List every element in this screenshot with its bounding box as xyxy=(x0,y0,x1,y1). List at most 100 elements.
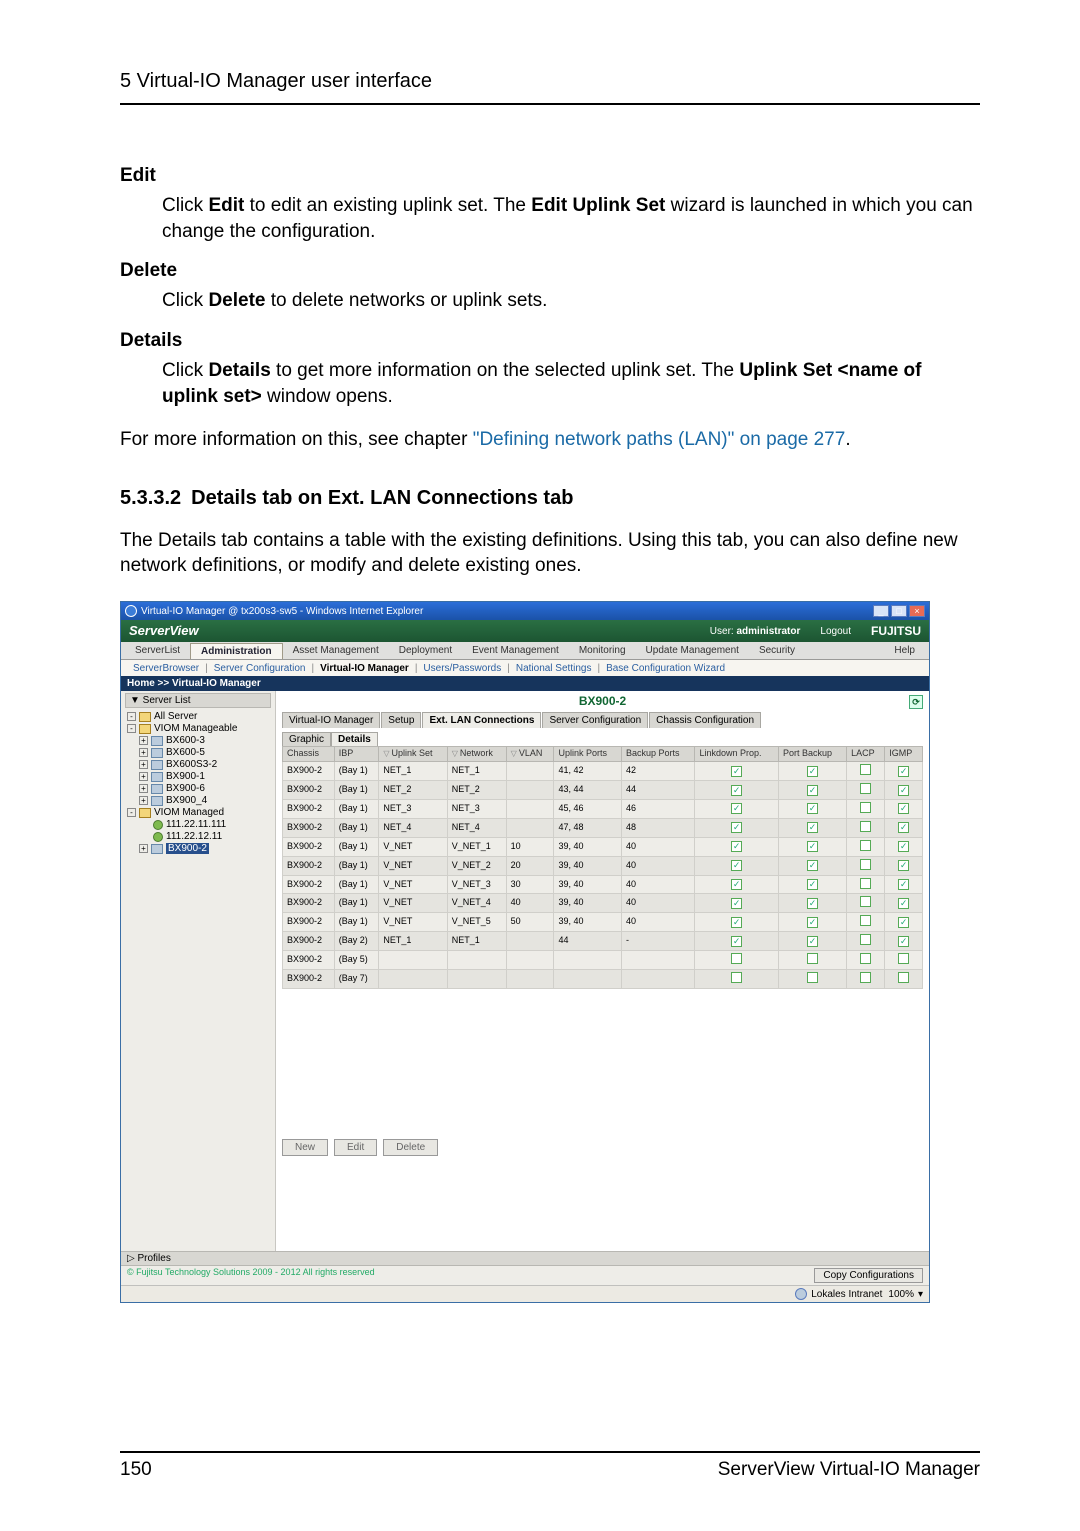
tab-ext-lan[interactable]: Ext. LAN Connections xyxy=(422,712,541,728)
expand-icon[interactable]: + xyxy=(139,844,148,853)
expand-icon[interactable]: + xyxy=(139,736,148,745)
col-ibp[interactable]: IBP xyxy=(334,747,379,762)
tree-item[interactable]: +BX900_4 xyxy=(125,795,271,807)
table-row[interactable]: BX900-2(Bay 1)V_NETV_NET_44039, 4040✓✓✓ xyxy=(283,894,923,913)
nav1-update[interactable]: Update Management xyxy=(636,643,749,658)
nav2-basecfg[interactable]: Base Configuration Wizard xyxy=(600,663,731,674)
collapse-icon[interactable]: - xyxy=(127,724,136,733)
nav2-users[interactable]: Users/Passwords xyxy=(417,663,507,674)
nav2-servercfg[interactable]: Server Configuration xyxy=(208,663,312,674)
tab-setup[interactable]: Setup xyxy=(381,712,421,728)
table-cell: (Bay 5) xyxy=(334,951,379,970)
maximize-button[interactable]: □ xyxy=(891,605,907,617)
table-row[interactable]: BX900-2(Bay 1)NET_1NET_141, 4242✓✓✓ xyxy=(283,762,923,781)
col-chassis[interactable]: Chassis xyxy=(283,747,335,762)
tree-manageable[interactable]: -VIOM Manageable xyxy=(125,723,271,735)
filter-icon[interactable]: ▽ xyxy=(452,749,458,758)
nav1-deployment[interactable]: Deployment xyxy=(389,643,462,658)
col-portbackup[interactable]: Port Backup xyxy=(778,747,846,762)
table-row[interactable]: BX900-2(Bay 2)NET_1NET_144-✓✓✓ xyxy=(283,932,923,951)
close-button[interactable]: × xyxy=(909,605,925,617)
copy-configurations-button[interactable]: Copy Configurations xyxy=(814,1268,923,1283)
col-uplinkset-label: Uplink Set xyxy=(392,748,433,758)
collapse-icon[interactable]: - xyxy=(127,712,136,721)
table-row[interactable]: BX900-2(Bay 1)NET_3NET_345, 4646✓✓✓ xyxy=(283,799,923,818)
table-cell: 10 xyxy=(506,837,554,856)
checkbox-icon xyxy=(860,972,871,983)
profiles-handle[interactable]: ▷ Profiles xyxy=(121,1251,929,1265)
table-cell: V_NET xyxy=(379,856,447,875)
tree-item[interactable]: +BX600-3 xyxy=(125,735,271,747)
tree-item[interactable]: 111.22.11.111 xyxy=(125,819,271,831)
filter-icon[interactable]: ▽ xyxy=(383,749,389,758)
col-lacp[interactable]: LACP xyxy=(847,747,885,762)
expand-icon[interactable]: + xyxy=(139,772,148,781)
tab-servercfg[interactable]: Server Configuration xyxy=(542,712,648,728)
checkbox-icon: ✓ xyxy=(898,917,909,928)
collapse-icon[interactable]: - xyxy=(127,808,136,817)
tree-item-selected[interactable]: +BX900-2 xyxy=(125,843,271,855)
table-row[interactable]: BX900-2(Bay 1)V_NETV_NET_55039, 4040✓✓✓ xyxy=(283,913,923,932)
minimize-button[interactable]: _ xyxy=(873,605,889,617)
new-button[interactable]: New xyxy=(282,1139,328,1156)
col-network[interactable]: ▽Network xyxy=(447,747,506,762)
refresh-icon[interactable]: ⟳ xyxy=(909,695,923,709)
zoom-dropdown-icon[interactable]: ▾ xyxy=(918,1289,923,1300)
checkbox-icon: ✓ xyxy=(807,841,818,852)
col-uplinkports[interactable]: Uplink Ports xyxy=(554,747,622,762)
col-backupports[interactable]: Backup Ports xyxy=(622,747,695,762)
checkbox-icon xyxy=(860,802,871,813)
subtab-details[interactable]: Details xyxy=(331,732,378,746)
nav1-event[interactable]: Event Management xyxy=(462,643,569,658)
filter-icon[interactable]: ▽ xyxy=(511,749,517,758)
nav1-serverlist[interactable]: ServerList xyxy=(125,643,190,658)
delete-button[interactable]: Delete xyxy=(383,1139,438,1156)
nav1-asset[interactable]: Asset Management xyxy=(283,643,389,658)
defining-network-paths-link[interactable]: "Defining network paths (LAN)" on page 2… xyxy=(473,429,846,450)
table-cell xyxy=(554,970,622,989)
table-cell xyxy=(506,932,554,951)
tab-chassiscfg[interactable]: Chassis Configuration xyxy=(649,712,761,728)
nav2-national[interactable]: National Settings xyxy=(510,663,598,674)
table-cell xyxy=(622,951,695,970)
expand-icon[interactable]: + xyxy=(139,796,148,805)
table-cell: V_NET_4 xyxy=(447,894,506,913)
nav2-browser[interactable]: ServerBrowser xyxy=(127,663,205,674)
table-row[interactable]: BX900-2(Bay 5) xyxy=(283,951,923,970)
col-linkdown[interactable]: Linkdown Prop. xyxy=(695,747,778,762)
tree-item[interactable]: +BX900-6 xyxy=(125,783,271,795)
tree-all[interactable]: -All Server xyxy=(125,711,271,723)
nav-secondary: ServerBrowser| Server Configuration| Vir… xyxy=(121,660,929,676)
nav1-help[interactable]: Help xyxy=(884,643,925,658)
nav1-administration[interactable]: Administration xyxy=(190,643,283,659)
subtab-graphic[interactable]: Graphic xyxy=(282,732,331,746)
edit-button[interactable]: Edit xyxy=(334,1139,377,1156)
table-row[interactable]: BX900-2(Bay 1)V_NETV_NET_33039, 4040✓✓✓ xyxy=(283,875,923,894)
table-row[interactable]: BX900-2(Bay 7) xyxy=(283,970,923,989)
expand-icon[interactable]: + xyxy=(139,760,148,769)
user-label: User: xyxy=(710,626,734,637)
checkbox-icon: ✓ xyxy=(807,860,818,871)
expand-icon[interactable]: + xyxy=(139,748,148,757)
table-row[interactable]: BX900-2(Bay 1)V_NETV_NET_11039, 4040✓✓✓ xyxy=(283,837,923,856)
sidebar-header[interactable]: ▼ Server List xyxy=(125,693,271,708)
tree-managed[interactable]: -VIOM Managed xyxy=(125,807,271,819)
col-uplinkset[interactable]: ▽Uplink Set xyxy=(379,747,447,762)
table-cell: NET_3 xyxy=(447,799,506,818)
nav1-security[interactable]: Security xyxy=(749,643,805,658)
tree-item[interactable]: +BX900-1 xyxy=(125,771,271,783)
table-row[interactable]: BX900-2(Bay 1)V_NETV_NET_22039, 4040✓✓✓ xyxy=(283,856,923,875)
expand-icon[interactable]: + xyxy=(139,784,148,793)
table-row[interactable]: BX900-2(Bay 1)NET_4NET_447, 4848✓✓✓ xyxy=(283,818,923,837)
details-text-1: Click xyxy=(162,360,208,381)
nav1-monitoring[interactable]: Monitoring xyxy=(569,643,636,658)
tree-item[interactable]: 111.22.12.11 xyxy=(125,831,271,843)
col-igmp[interactable]: IGMP xyxy=(885,747,923,762)
tab-viom[interactable]: Virtual-IO Manager xyxy=(282,712,380,728)
table-row[interactable]: BX900-2(Bay 1)NET_2NET_243, 4444✓✓✓ xyxy=(283,781,923,800)
logout-link[interactable]: Logout xyxy=(820,626,851,637)
nav2-viom[interactable]: Virtual-IO Manager xyxy=(314,663,415,674)
tree-item[interactable]: +BX600S3-2 xyxy=(125,759,271,771)
col-vlan[interactable]: ▽VLAN xyxy=(506,747,554,762)
tree-item[interactable]: +BX600-5 xyxy=(125,747,271,759)
